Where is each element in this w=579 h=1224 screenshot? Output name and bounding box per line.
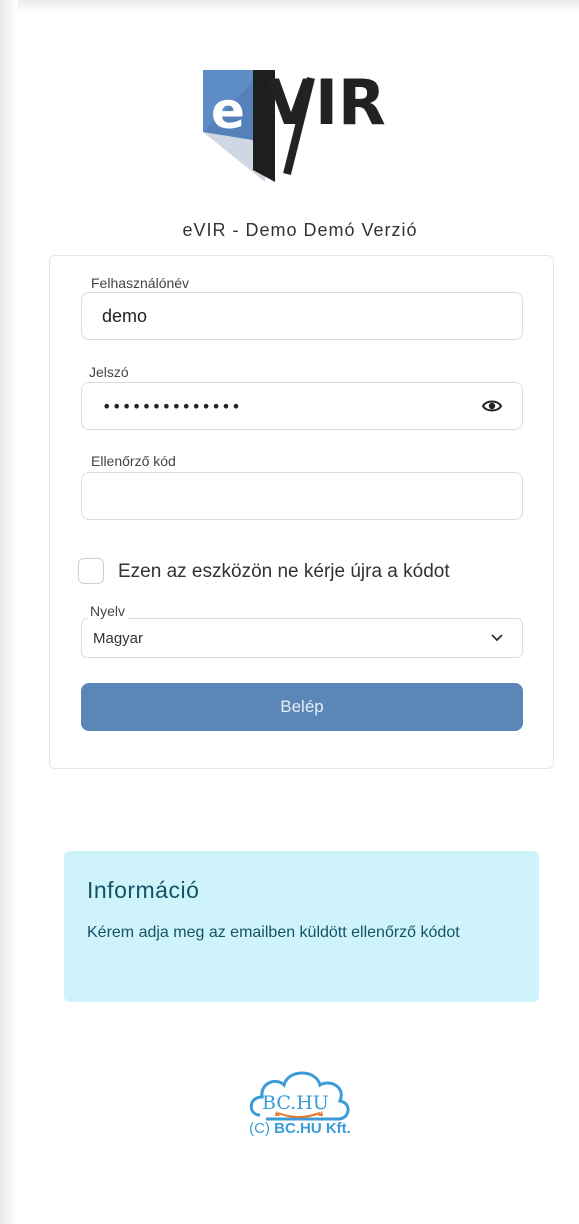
- login-button[interactable]: Belép: [81, 683, 523, 731]
- info-alert: Információ Kérem adja meg az emailben kü…: [64, 851, 539, 1002]
- password-input[interactable]: ••••••••••••••: [102, 397, 241, 416]
- svg-text:e: e: [211, 82, 245, 140]
- app-title: eVIR - Demo Demó Verzió: [182, 220, 418, 240]
- username-field[interactable]: [81, 292, 523, 340]
- language-selected-value: Magyar: [93, 630, 144, 647]
- copyright: (C) BC.HU Kft.: [0, 1120, 579, 1137]
- svg-text:BC.HU: BC.HU: [262, 1092, 329, 1114]
- svg-text:VIR: VIR: [267, 70, 386, 139]
- chevron-down-icon: [491, 634, 503, 642]
- copyright-company: BC.HU Kft.: [274, 1120, 351, 1137]
- password-label: Jelszó: [87, 364, 131, 380]
- verification-code-label: Ellenőrző kód: [89, 453, 178, 469]
- top-shadow: [0, 0, 579, 14]
- evir-logo: e VIR: [203, 70, 386, 182]
- username-input[interactable]: [82, 293, 462, 339]
- remember-device-checkbox[interactable]: [78, 558, 104, 584]
- remember-device-label[interactable]: Ezen az eszközön ne kérje újra a kódot: [118, 561, 450, 583]
- verification-code-field[interactable]: [81, 472, 523, 520]
- info-message: Kérem adja meg az emailben küldött ellen…: [87, 924, 460, 941]
- verification-code-input[interactable]: [82, 473, 462, 519]
- language-select[interactable]: Magyar: [81, 618, 523, 658]
- password-field[interactable]: ••••••••••••••: [81, 382, 523, 430]
- info-title: Információ: [87, 877, 200, 903]
- username-label: Felhasználónév: [89, 275, 192, 291]
- language-label: Nyelv: [88, 603, 128, 619]
- copyright-prefix: (C): [249, 1120, 270, 1137]
- left-shadow: [0, 0, 18, 1224]
- eye-icon[interactable]: [482, 398, 502, 414]
